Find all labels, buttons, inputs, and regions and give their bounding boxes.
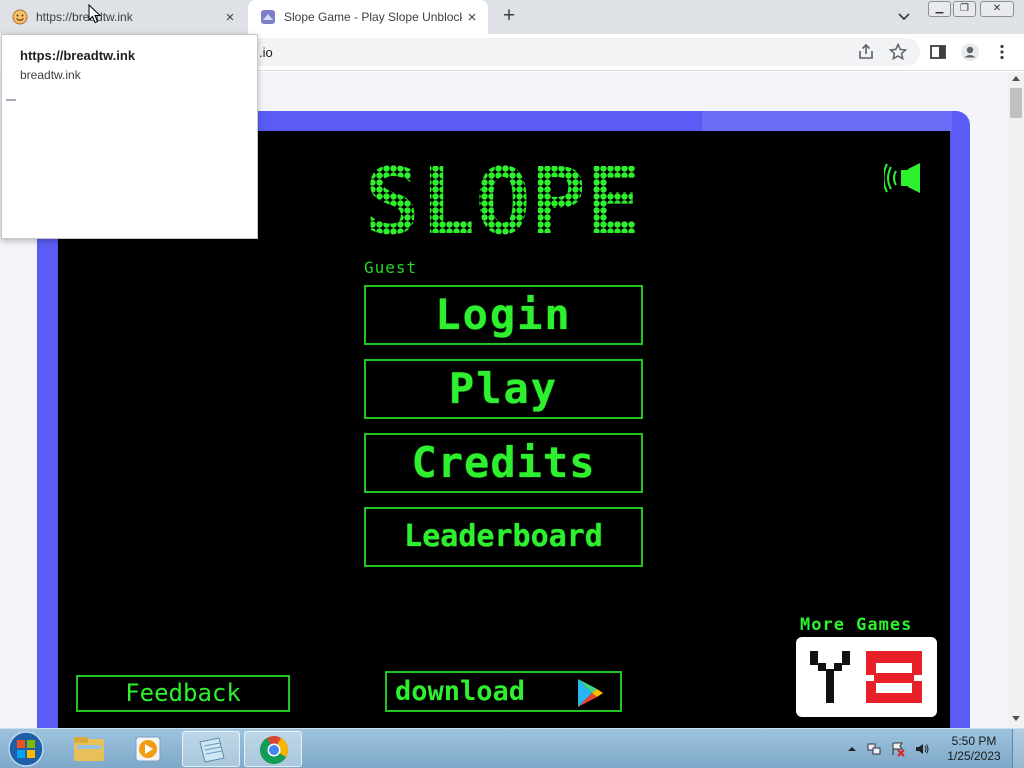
tab-title: https://breadtw.ink: [36, 10, 133, 24]
tab-breadtw[interactable]: https://breadtw.ink ×: [0, 0, 246, 34]
scroll-up-arrow-icon[interactable]: [1012, 76, 1020, 81]
user-status-label: Guest: [364, 258, 418, 277]
media-player-icon: [135, 736, 161, 762]
vertical-scrollbar[interactable]: [1008, 72, 1024, 728]
smiley-face-icon: [12, 9, 28, 25]
volume-icon[interactable]: [914, 741, 930, 757]
download-label: download: [395, 676, 526, 707]
tab-slope-game[interactable]: Slope Game - Play Slope Unblocked ×: [248, 0, 488, 34]
hover-card-title: https://breadtw.ink: [20, 48, 136, 63]
tab-strip: https://breadtw.ink × Slope Game - Play …: [0, 0, 1024, 34]
credits-button[interactable]: Credits: [364, 433, 643, 493]
slope-logo: SLOPE: [365, 151, 642, 241]
hover-card-thumbnail: [6, 99, 16, 101]
new-tab-button[interactable]: +: [498, 5, 520, 29]
notepad-icon: [199, 737, 225, 763]
minimize-button[interactable]: ▁: [928, 1, 951, 17]
start-button[interactable]: [5, 730, 47, 768]
hover-card-domain: breadtw.ink: [20, 68, 81, 82]
profile-avatar-icon[interactable]: [960, 42, 980, 62]
action-center-icon[interactable]: [890, 741, 906, 757]
file-explorer-icon: [74, 737, 104, 761]
login-button[interactable]: Login: [364, 285, 643, 345]
taskbar-media-player[interactable]: [120, 731, 178, 767]
mouse-cursor-icon: [88, 4, 102, 24]
taskbar-notepad[interactable]: [182, 731, 240, 767]
slope-game-icon: [261, 10, 275, 24]
scroll-thumb[interactable]: [1010, 88, 1022, 118]
tab-hover-card: https://breadtw.ink breadtw.ink: [1, 34, 258, 239]
y8-logo-button[interactable]: [796, 637, 937, 717]
close-tab-icon[interactable]: ×: [220, 9, 240, 26]
more-games-label[interactable]: More Games: [800, 615, 912, 635]
bookmark-star-icon[interactable]: [888, 42, 908, 62]
feedback-button[interactable]: Feedback: [76, 675, 290, 712]
game-title: SLOPE: [365, 151, 642, 241]
clock-date: 1/25/2023: [947, 749, 1001, 763]
address-text: .io: [259, 45, 273, 60]
taskbar-explorer[interactable]: [60, 731, 118, 767]
windows-taskbar: 5:50 PM 1/25/2023: [0, 728, 1024, 768]
system-clock[interactable]: 5:50 PM 1/25/2023: [938, 734, 1010, 764]
share-icon[interactable]: [856, 42, 876, 62]
leaderboard-button[interactable]: Leaderboard: [364, 507, 643, 567]
side-panel-icon[interactable]: [928, 42, 948, 62]
show-hidden-icons-icon[interactable]: [844, 741, 860, 757]
maximize-button[interactable]: ❐: [953, 1, 976, 17]
scroll-down-arrow-icon[interactable]: [1012, 716, 1020, 721]
close-tab-icon[interactable]: ×: [462, 9, 482, 26]
kebab-menu-icon[interactable]: [992, 42, 1012, 62]
play-store-icon: [578, 679, 603, 707]
chevron-down-icon[interactable]: [894, 8, 914, 26]
clock-time: 5:50 PM: [951, 734, 997, 748]
chrome-icon: [260, 736, 288, 764]
close-window-button[interactable]: ✕: [980, 1, 1014, 17]
tab-title: Slope Game - Play Slope Unblocked: [284, 10, 462, 24]
download-button[interactable]: download: [385, 671, 622, 712]
speaker-icon[interactable]: [884, 161, 926, 195]
taskbar-chrome[interactable]: [244, 731, 302, 767]
network-icon[interactable]: [866, 741, 882, 757]
show-desktop-button[interactable]: [1012, 729, 1024, 768]
play-button[interactable]: Play: [364, 359, 643, 419]
y8-logo: [810, 651, 922, 703]
